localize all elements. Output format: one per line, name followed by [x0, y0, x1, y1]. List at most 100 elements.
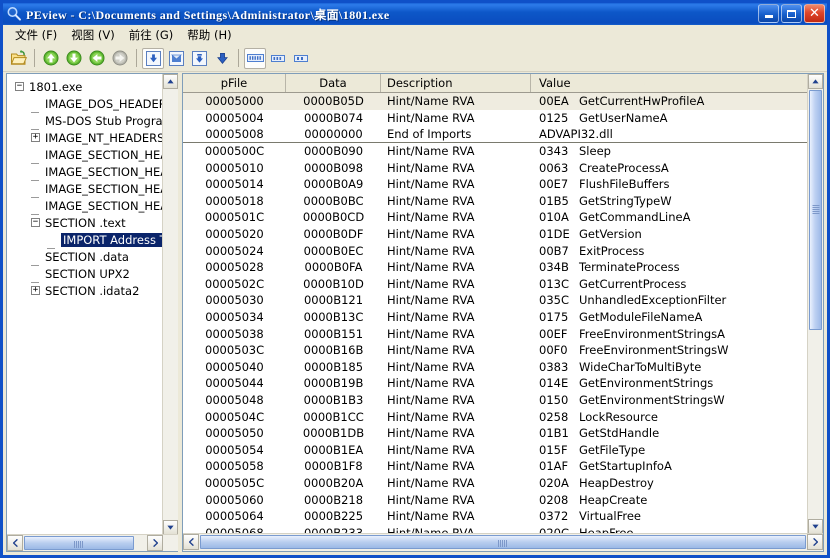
table-row[interactable]: 00005000 0000B05D Hint/Name RVA 00EA GetCurr…	[183, 93, 807, 110]
tree-scroll-right-button[interactable]	[147, 535, 163, 551]
table-row[interactable]: 00005058 0000B1F8 Hint/Name RVA 01AF GetStar…	[183, 458, 807, 475]
table-row[interactable]: 00005004 0000B074 Hint/Name RVA 0125 GetUser…	[183, 110, 807, 127]
menu-file[interactable]: 文件 (F)	[8, 25, 64, 45]
tree-expand-icon[interactable]: +	[31, 286, 40, 295]
tree-collapse-icon[interactable]: −	[15, 82, 24, 91]
table-row[interactable]: 00005008 00000000 End of Imports ADVAPI32.d…	[183, 126, 807, 143]
list-viewport: pFile Data Description Value 00005000 000…	[183, 74, 807, 534]
list-body: 00005000 0000B05D Hint/Name RVA 00EA GetCurr…	[183, 93, 807, 534]
table-row[interactable]: 0000503C 0000B16B Hint/Name RVA 00F0 FreeEnv…	[183, 342, 807, 359]
table-row[interactable]: 00005024 0000B0EC Hint/Name RVA 00B7 ExitPro…	[183, 242, 807, 259]
list-vscroll-thumb[interactable]	[809, 90, 822, 330]
table-row[interactable]: 00005050 0000B1DB Hint/Name RVA 01B1 GetStdH…	[183, 425, 807, 442]
go-down-button[interactable]	[63, 48, 85, 69]
list-hscroll-thumb[interactable]	[200, 535, 806, 549]
cell-value: 020A HeapDestroy	[531, 476, 807, 490]
title-bar[interactable]: PEview - C:\Documents and Settings\Admin…	[3, 3, 827, 25]
list-pane[interactable]: pFile Data Description Value 00005000 000…	[182, 73, 824, 552]
cell-description: Hint/Name RVA	[387, 492, 475, 507]
go-up-button[interactable]	[40, 48, 62, 69]
table-row[interactable]: 00005020 0000B0DF Hint/Name RVA 01DE GetVers…	[183, 226, 807, 243]
tree-node[interactable]: MS-DOS Stub Program	[7, 112, 163, 130]
tree-node[interactable]: SECTION .data	[7, 248, 163, 266]
view-struct-button[interactable]	[188, 48, 210, 69]
list-horizontal-scrollbar[interactable]	[183, 533, 823, 551]
view-download-button[interactable]	[211, 48, 233, 69]
open-file-button[interactable]	[7, 48, 29, 69]
cell-pfile: 00005010	[205, 160, 264, 175]
show-full-button[interactable]	[244, 47, 266, 69]
cell-value: 01B1 GetStdHandle	[531, 426, 807, 440]
close-button[interactable]: ✕	[804, 4, 825, 23]
list-scroll-left-button[interactable]	[183, 534, 199, 550]
minimize-button[interactable]	[758, 4, 779, 23]
column-header-pfile[interactable]: pFile	[183, 74, 286, 92]
tree-node[interactable]: − SECTION .text	[7, 214, 163, 231]
column-header-value[interactable]: Value	[531, 74, 807, 92]
tree-collapse-icon[interactable]: −	[31, 218, 40, 227]
tree-node[interactable]: + SECTION .idata2	[7, 282, 163, 299]
table-row[interactable]: 00005060 0000B218 Hint/Name RVA 0208 HeapCre…	[183, 491, 807, 508]
tree-node[interactable]: IMPORT Address Tal	[7, 231, 163, 249]
cell-value: 00EA GetCurrentHwProfileA	[531, 94, 807, 108]
tree-expand-icon[interactable]: +	[31, 133, 40, 142]
show-half-button[interactable]	[267, 48, 289, 69]
cell-pfile: 00005060	[205, 492, 264, 507]
view-hex-button[interactable]	[142, 47, 164, 69]
tree-scroll-down-button[interactable]	[163, 520, 178, 535]
table-row[interactable]: 0000505C 0000B20A Hint/Name RVA 020A HeapDes…	[183, 475, 807, 492]
cell-pfile: 00005030	[205, 293, 264, 308]
column-header-description[interactable]: Description	[381, 74, 531, 92]
table-row[interactable]: 00005010 0000B098 Hint/Name RVA 0063 CreateP…	[183, 159, 807, 176]
tree-node[interactable]: IMAGE_DOS_HEADER	[7, 95, 163, 113]
tree-node[interactable]: IMAGE_SECTION_HEAI	[7, 163, 163, 181]
table-row[interactable]: 00005044 0000B19B Hint/Name RVA 014E GetEnvi…	[183, 375, 807, 392]
tree-scroll-left-button[interactable]	[7, 535, 23, 551]
table-row[interactable]: 0000501C 0000B0CD Hint/Name RVA 010A GetComm…	[183, 209, 807, 226]
go-back-button[interactable]	[86, 48, 108, 69]
cell-data: 0000B0A9	[303, 177, 364, 192]
menu-help[interactable]: 帮助 (H)	[180, 25, 238, 45]
tree-node[interactable]: IMAGE_SECTION_HEAI	[7, 180, 163, 198]
tree-node[interactable]: IMAGE_SECTION_HEAI	[7, 146, 163, 164]
cell-description: Hint/Name RVA	[387, 475, 475, 490]
tree-scroll-up-button[interactable]	[163, 74, 178, 89]
view-ascii-button[interactable]	[165, 48, 187, 69]
table-row[interactable]: 0000502C 0000B10D Hint/Name RVA 013C GetCurr…	[183, 276, 807, 293]
column-header-data[interactable]: Data	[286, 74, 381, 92]
table-row[interactable]: 00005014 0000B0A9 Hint/Name RVA 00E7 FlushFi…	[183, 176, 807, 193]
tree-horizontal-scrollbar[interactable]	[7, 534, 178, 551]
table-row[interactable]: 0000500C 0000B090 Hint/Name RVA 0343 Sleep	[183, 143, 807, 160]
table-row[interactable]: 00005030 0000B121 Hint/Name RVA 035C Unhandl…	[183, 292, 807, 309]
table-row[interactable]: 00005040 0000B185 Hint/Name RVA 0383 WideCha…	[183, 359, 807, 376]
tree-hscroll-thumb[interactable]	[24, 536, 134, 550]
list-header: pFile Data Description Value	[183, 74, 807, 93]
cell-description: Hint/Name RVA	[387, 260, 475, 275]
table-row[interactable]: 00005034 0000B13C Hint/Name RVA 0175 GetModu…	[183, 309, 807, 326]
tree-node[interactable]: −1801.exe	[7, 78, 163, 95]
list-vertical-scrollbar[interactable]	[807, 74, 823, 534]
list-scroll-down-button[interactable]	[808, 519, 823, 534]
tree-pane[interactable]: −1801.exe IMAGE_DOS_HEADER MS-DOS Stub Pro…	[6, 73, 178, 552]
table-row[interactable]: 00005054 0000B1EA Hint/Name RVA 015F GetFile…	[183, 441, 807, 458]
show-narrow-button[interactable]	[290, 48, 312, 69]
tree-node[interactable]: + IMAGE_NT_HEADERS	[7, 129, 163, 146]
menu-goto[interactable]: 前往 (G)	[122, 25, 181, 45]
list-scroll-up-button[interactable]	[808, 74, 823, 89]
table-row[interactable]: 00005028 0000B0FA Hint/Name RVA 034B Termina…	[183, 259, 807, 276]
table-row[interactable]: 00005064 0000B225 Hint/Name RVA 0372 Virtual…	[183, 508, 807, 525]
cell-pfile: 00005014	[205, 177, 264, 192]
go-forward-button[interactable]	[109, 48, 131, 69]
value-ordinal: 0175	[539, 310, 569, 325]
table-row[interactable]: 00005048 0000B1B3 Hint/Name RVA 0150 GetEnvi…	[183, 392, 807, 409]
table-row[interactable]: 00005038 0000B151 Hint/Name RVA 00EF FreeEnv…	[183, 325, 807, 342]
toolbar-separator	[136, 49, 137, 67]
tree-node[interactable]: SECTION UPX2	[7, 265, 163, 283]
tree-node[interactable]: IMAGE_SECTION_HEAI	[7, 197, 163, 215]
tree-vertical-scrollbar[interactable]	[162, 74, 178, 535]
menu-view[interactable]: 视图 (V)	[64, 25, 122, 45]
table-row[interactable]: 00005018 0000B0BC Hint/Name RVA 01B5 GetStri…	[183, 193, 807, 210]
list-scroll-right-button[interactable]	[807, 534, 823, 550]
table-row[interactable]: 0000504C 0000B1CC Hint/Name RVA 0258 LockRes…	[183, 408, 807, 425]
maximize-button[interactable]	[781, 4, 802, 23]
